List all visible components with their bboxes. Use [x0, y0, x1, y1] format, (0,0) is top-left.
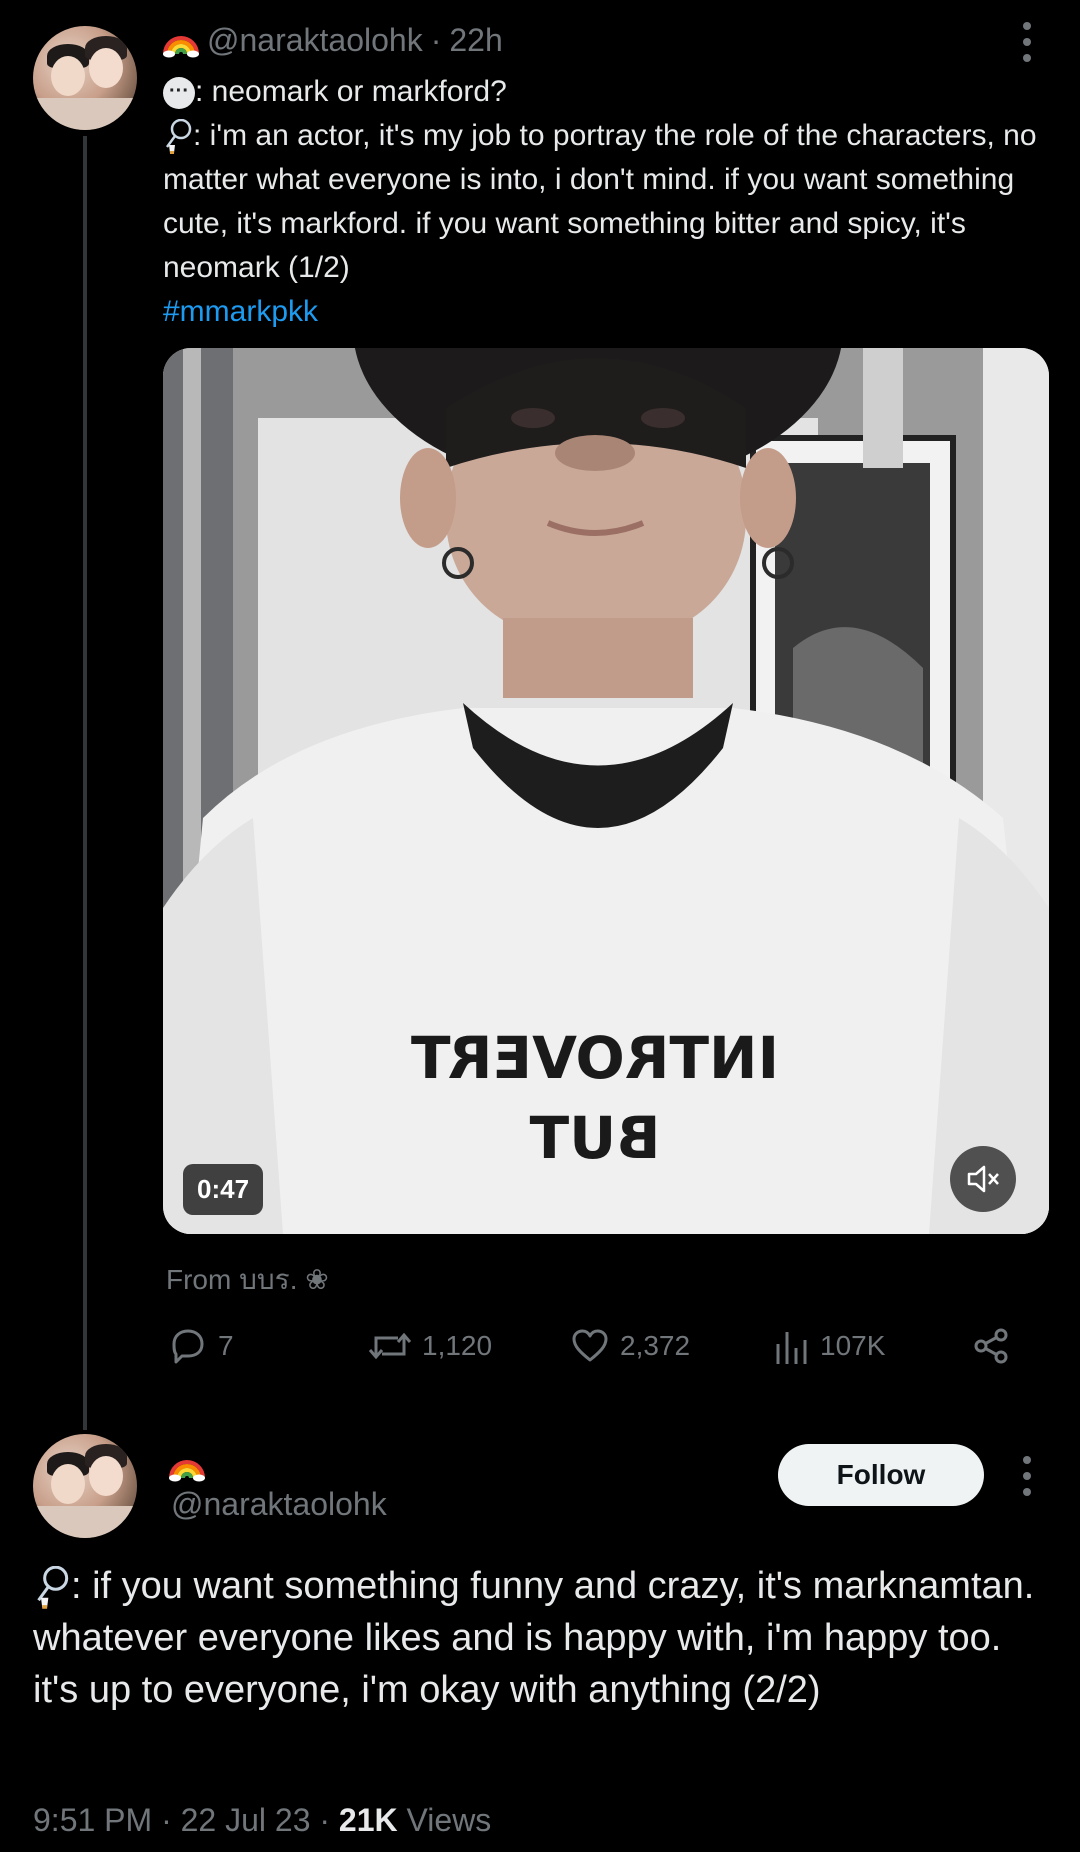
like-count: 2,372 — [620, 1330, 691, 1361]
video-player[interactable]: INTROVERT BUT — [163, 348, 1049, 1234]
reply-icon — [172, 1329, 204, 1364]
video-frame: INTROVERT BUT — [163, 348, 1049, 1234]
views-button[interactable]: 107K — [774, 1326, 885, 1366]
from-attribution[interactable]: From บบร. ❀ — [166, 1258, 329, 1302]
share-button[interactable] — [972, 1326, 1012, 1366]
avatar[interactable] — [33, 1434, 137, 1538]
hashtag-link[interactable]: #mmarkpkk — [163, 295, 318, 328]
tweet-handle[interactable]: @naraktaolohk — [207, 22, 423, 59]
tweet-line-answer: : i'm an actor, it's my job to portray t… — [163, 119, 1037, 284]
rainbow-icon — [169, 1460, 205, 1482]
reply-button[interactable]: 7 — [168, 1326, 234, 1366]
tweet-text: : if you want something funny and crazy,… — [33, 1565, 1035, 1711]
video-duration: 0:47 — [183, 1164, 264, 1215]
separator-dot: · — [319, 1802, 331, 1838]
separator-dot: · — [430, 22, 442, 58]
like-button[interactable]: 2,372 — [570, 1326, 690, 1366]
mute-icon — [967, 1165, 999, 1193]
separator-dot: · — [161, 1802, 172, 1838]
tweet-time[interactable]: 9:51 PM — [33, 1802, 152, 1838]
views-label: Views — [406, 1802, 492, 1838]
tweet-time[interactable]: 22h — [449, 22, 502, 59]
like-icon — [572, 1329, 608, 1362]
tweet-date[interactable]: 22 Jul 23 — [181, 1802, 311, 1838]
tweet-body: ···: neomark or markford? : i'm an actor… — [163, 70, 1053, 334]
shirt-text-line2: BUT — [529, 1104, 660, 1172]
repost-count: 1,120 — [422, 1330, 493, 1361]
repost-button[interactable]: 1,120 — [368, 1326, 492, 1366]
repost-icon — [368, 1332, 412, 1360]
shirt-text-line1: INTROVERT — [410, 1024, 779, 1092]
reply-count: 7 — [218, 1330, 234, 1361]
more-icon[interactable] — [1021, 22, 1033, 62]
tweet-line-question: : neomark or markford? — [195, 75, 507, 108]
share-icon — [974, 1328, 1008, 1364]
badminton-icon — [165, 119, 192, 155]
tweet-body: : if you want something funny and crazy,… — [33, 1560, 1043, 1716]
avatar[interactable] — [33, 26, 137, 130]
more-icon[interactable] — [1021, 1456, 1033, 1496]
mute-button[interactable] — [950, 1146, 1016, 1212]
thread-line — [83, 136, 87, 1430]
tweet-header: @naraktaolohk · 22h — [163, 22, 503, 59]
badminton-icon — [37, 1565, 69, 1609]
views-total: 21K — [338, 1802, 398, 1838]
follow-button[interactable]: Follow — [778, 1444, 984, 1506]
speech-bubble-icon: ··· — [163, 77, 195, 110]
tweet-handle[interactable]: @naraktaolohk — [171, 1486, 387, 1523]
tweet-meta: 9:51 PM · 22 Jul 23 · 21K Views — [33, 1802, 491, 1839]
views-count: 107K — [820, 1330, 886, 1361]
views-icon — [776, 1332, 807, 1364]
rainbow-icon — [163, 35, 199, 57]
